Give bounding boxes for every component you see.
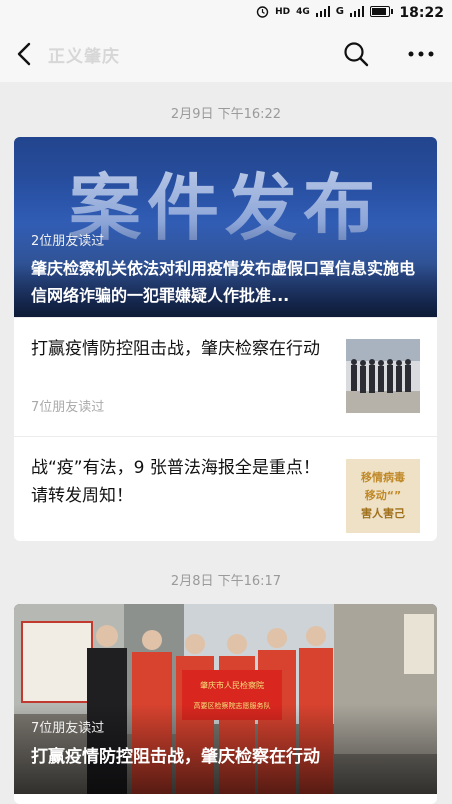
- clock: 18:22: [399, 5, 444, 21]
- date-label: 2月9日 下午16:22: [170, 107, 282, 122]
- item-title: 战“疫”有法，9 张普法海报全是重点！请转发周知！: [31, 458, 320, 506]
- item-thumbnail: [346, 339, 420, 413]
- search-button[interactable]: [342, 40, 370, 68]
- hero-article[interactable]: 案件发布 2位朋友读过 肇庆检察机关依法对利用疫情发布虚假口罩信息实施电信网络诈…: [14, 137, 437, 317]
- hero-headline: 打赢疫情防控阻击战，肇庆检察在行动: [31, 747, 320, 767]
- item-read-count: 7位朋友读过: [31, 400, 105, 415]
- article-card: 肇庆市人民检察院 高要区检察院志愿服务队 7位朋友读过 打赢疫情防控阻击战，肇庆…: [14, 604, 437, 804]
- status-icons: HD 4G G: [256, 5, 393, 18]
- nav-header: 正义肇庆: [0, 26, 452, 82]
- item-title: 打赢疫情防控阻击战，肇庆检察在行动: [31, 339, 320, 359]
- more-icon: [408, 51, 434, 57]
- hero-article[interactable]: 肇庆市人民检察院 高要区检察院志愿服务队 7位朋友读过 打赢疫情防控阻击战，肇庆…: [14, 604, 437, 794]
- read-count: 7位朋友读过: [31, 721, 105, 736]
- carrier-mark: G: [335, 6, 344, 17]
- status-bar: HD 4G G 18:22: [0, 0, 452, 26]
- list-item[interactable]: 打赢疫情防控阻击战，肇庆检察在行动 7位朋友读过: [14, 317, 437, 436]
- read-count: 2位朋友读过: [31, 234, 105, 249]
- thumb-text: 害人害己: [361, 506, 405, 520]
- banner-text: 肇庆市人民检察院: [200, 680, 264, 690]
- article-card: 案件发布 2位朋友读过 肇庆检察机关依法对利用疫情发布虚假口罩信息实施电信网络诈…: [14, 137, 437, 541]
- signal-icon-2: [350, 6, 364, 17]
- item-thumbnail: 移情病毒 移动“” 害人害己: [346, 459, 420, 533]
- back-arrow-icon: [17, 42, 31, 66]
- date-label: 2月8日 下午16:17: [170, 574, 282, 589]
- hd-icon: HD: [275, 6, 291, 17]
- back-button[interactable]: [10, 38, 40, 70]
- search-icon: [344, 42, 369, 67]
- hero-headline: 肇庆检察机关依法对利用疫情发布虚假口罩信息实施电信网络诈骗的一犯罪嫌疑人作批准.…: [31, 259, 416, 305]
- list-item[interactable]: 战“疫”有法，9 张普法海报全是重点！请转发周知！ 移情病毒 移动“” 害人害己: [14, 436, 437, 541]
- battery-icon: [370, 6, 393, 17]
- thumb-text: 移情病毒: [361, 470, 405, 484]
- alarm-icon: [256, 5, 269, 18]
- thumb-text: 移动“”: [365, 488, 401, 502]
- network-label: 4G: [296, 6, 310, 17]
- signal-icon: [315, 6, 330, 17]
- more-button[interactable]: [404, 40, 438, 68]
- page-title: 正义肇庆: [48, 47, 120, 67]
